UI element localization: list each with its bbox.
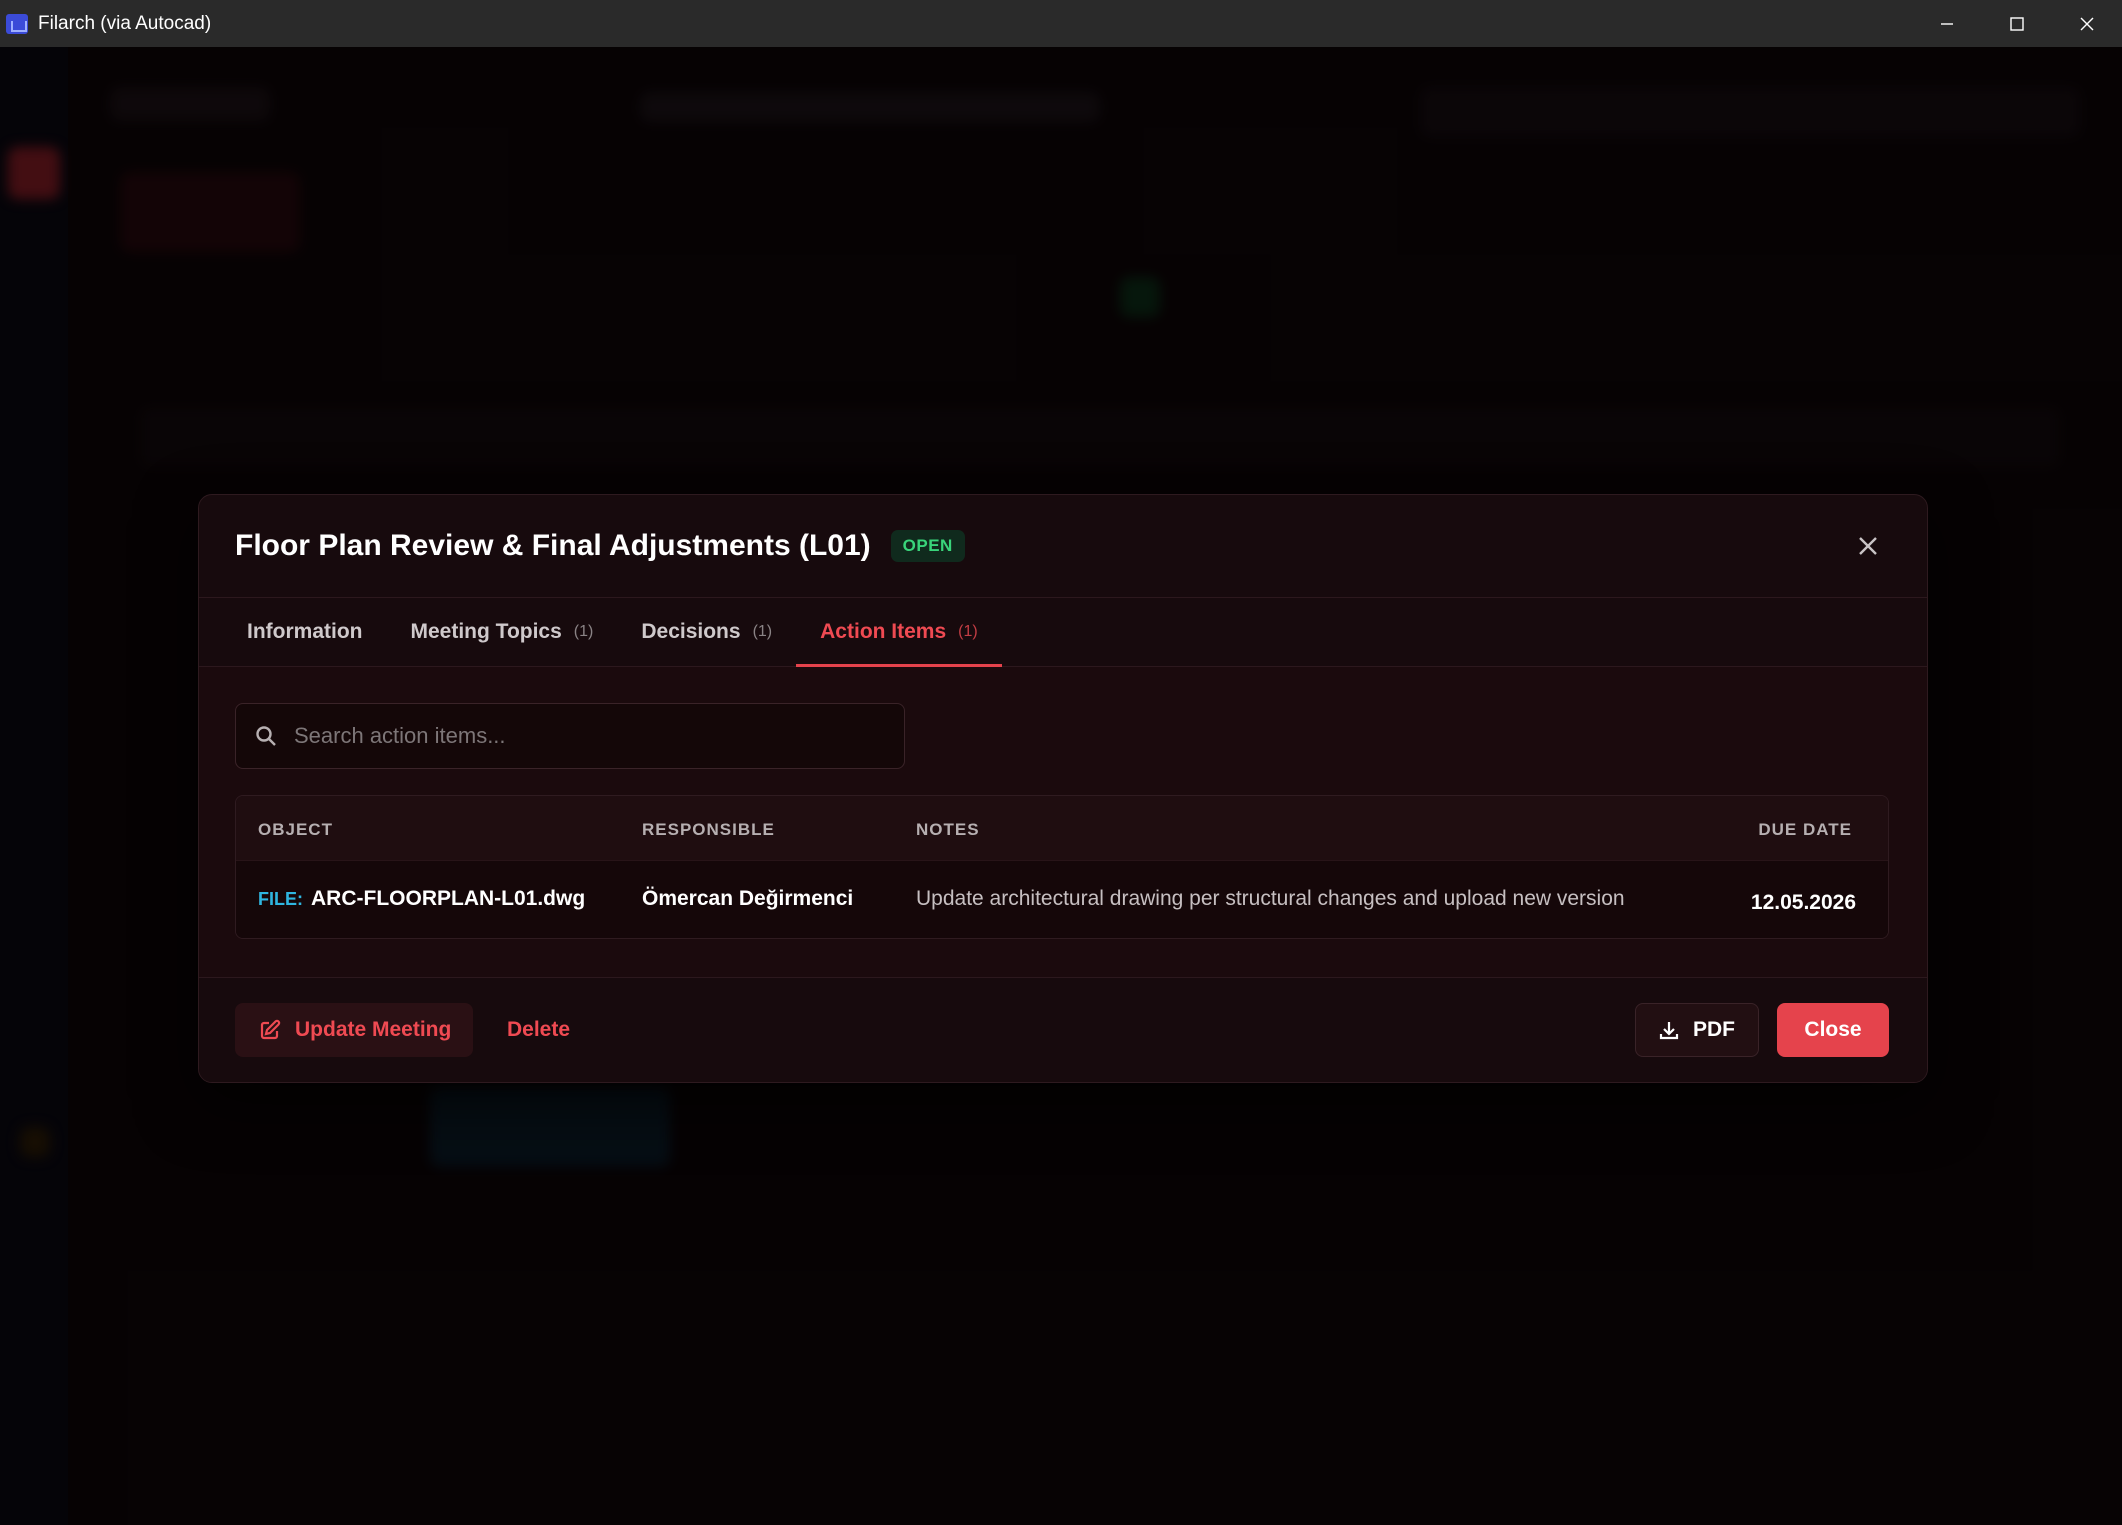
window-title: Filarch (via Autocad)	[38, 12, 212, 34]
update-meeting-label: Update Meeting	[295, 1018, 452, 1041]
update-meeting-button[interactable]: Update Meeting	[235, 1003, 473, 1057]
status-badge: OPEN	[890, 530, 965, 562]
file-type-prefix: FILE:	[258, 889, 303, 909]
action-items-panel: OBJECT RESPONSIBLE NOTES DUE DATE FILE: A…	[199, 667, 1927, 977]
dialog-footer: Update Meeting Delete PDF Close	[199, 977, 1927, 1082]
delete-button[interactable]: Delete	[495, 1003, 582, 1057]
responsible-cell: Ömercan Değirmenci	[642, 887, 854, 910]
maximize-button[interactable]	[1982, 0, 2052, 47]
app-logo-icon	[6, 13, 28, 34]
column-header-due-date[interactable]: DUE DATE	[1758, 820, 1852, 840]
close-icon	[1859, 537, 1877, 555]
table-header: OBJECT RESPONSIBLE NOTES DUE DATE	[236, 796, 1888, 860]
tab-action-items[interactable]: Action Items (1)	[796, 598, 1002, 667]
meeting-dialog: Floor Plan Review & Final Adjustments (L…	[198, 494, 1928, 1083]
notes-cell: Update architectural drawing per structu…	[916, 887, 1625, 910]
column-header-notes[interactable]: NOTES	[916, 820, 980, 840]
action-items-table: OBJECT RESPONSIBLE NOTES DUE DATE FILE: A…	[235, 795, 1889, 939]
close-icon	[2080, 17, 2094, 30]
tab-count: (1)	[573, 623, 594, 640]
column-header-object[interactable]: OBJECT	[258, 820, 333, 840]
tab-count: (1)	[752, 623, 773, 640]
minimize-icon	[1941, 22, 1953, 25]
tab-information[interactable]: Information	[223, 598, 387, 666]
tab-label: Information	[247, 620, 363, 643]
dialog-close-button[interactable]	[1853, 531, 1883, 561]
due-date-cell: 12.05.2026	[1750, 891, 1856, 914]
maximize-icon	[2010, 16, 2024, 31]
table-row[interactable]: FILE: ARC-FLOORPLAN-L01.dwg Ömercan Değir…	[236, 860, 1888, 938]
dialog-title: Floor Plan Review & Final Adjustments (L…	[235, 529, 871, 562]
window-titlebar: Filarch (via Autocad)	[0, 0, 2122, 47]
download-icon	[1659, 1022, 1679, 1040]
dialog-tabs: Information Meeting Topics (1) Decisions…	[199, 598, 1927, 667]
tab-decisions[interactable]: Decisions (1)	[617, 598, 796, 666]
search-icon	[254, 724, 278, 748]
search-input[interactable]	[292, 722, 896, 750]
window-controls	[1912, 0, 2122, 47]
object-cell: FILE: ARC-FLOORPLAN-L01.dwg	[258, 887, 585, 911]
file-name-link[interactable]: ARC-FLOORPLAN-L01.dwg	[311, 887, 585, 910]
tab-label: Action Items	[820, 620, 947, 643]
minimize-button[interactable]	[1912, 0, 1982, 47]
dialog-header: Floor Plan Review & Final Adjustments (L…	[199, 495, 1927, 598]
pdf-label: PDF	[1693, 1018, 1735, 1041]
tab-count: (1)	[958, 623, 978, 640]
search-box	[235, 703, 905, 769]
tab-label: Decisions	[641, 620, 741, 643]
tab-meeting-topics[interactable]: Meeting Topics (1)	[387, 598, 618, 666]
edit-icon	[260, 1019, 281, 1040]
window-close-button[interactable]	[2052, 0, 2122, 47]
column-header-responsible[interactable]: RESPONSIBLE	[642, 820, 775, 840]
close-button[interactable]: Close	[1777, 1003, 1889, 1057]
tab-label: Meeting Topics	[410, 620, 562, 643]
pdf-export-button[interactable]: PDF	[1635, 1003, 1759, 1057]
